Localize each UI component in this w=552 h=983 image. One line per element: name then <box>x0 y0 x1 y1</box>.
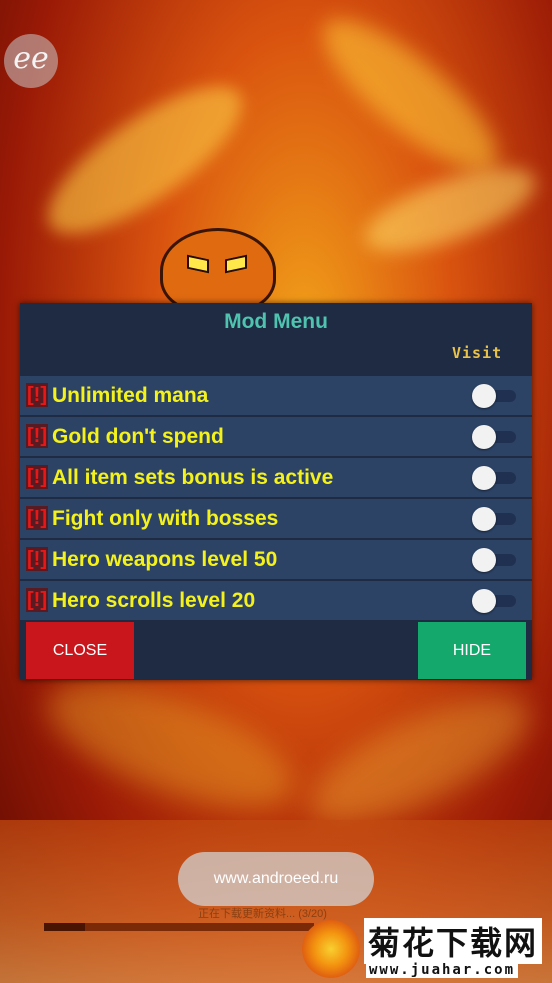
lightning-streak <box>32 658 308 832</box>
creature-eye <box>187 254 209 274</box>
mod-option-label: All item sets bonus is active <box>52 466 334 489</box>
warning-tag: [!] <box>26 506 48 530</box>
mod-option-label: Unlimited mana <box>52 384 209 407</box>
toggle-switch[interactable] <box>472 466 516 490</box>
creature-eye <box>225 254 247 274</box>
loading-progress-fill <box>44 923 85 931</box>
close-button[interactable]: CLOSE <box>26 622 134 679</box>
toggle-switch[interactable] <box>472 425 516 449</box>
lightning-streak <box>355 151 545 269</box>
mod-option-label: Gold don't spend <box>52 425 224 448</box>
warning-tag: [!] <box>26 465 48 489</box>
toggle-knob <box>472 507 496 531</box>
warning-tag: [!] <box>26 424 48 448</box>
ee-logo-icon[interactable]: ee <box>4 34 58 88</box>
toggle-knob <box>472 589 496 613</box>
site-watermark: 菊花下载网 www.juahar.com <box>300 918 552 983</box>
mod-menu-title: Mod Menu <box>224 310 328 333</box>
toggle-switch[interactable] <box>472 507 516 531</box>
mod-option-row[interactable]: [!] Gold don't spend <box>20 417 532 456</box>
toggle-switch[interactable] <box>472 384 516 408</box>
toggle-switch[interactable] <box>472 589 516 613</box>
mod-option-row[interactable]: [!] Unlimited mana <box>20 376 532 415</box>
mod-menu-panel: Mod Menu Visit [!] Unlimited mana [!] Go… <box>20 303 532 680</box>
mod-option-row[interactable]: [!] Fight only with bosses <box>20 499 532 538</box>
mod-option-row[interactable]: [!] All item sets bonus is active <box>20 458 532 497</box>
game-creature <box>160 228 276 314</box>
toggle-knob <box>472 466 496 490</box>
warning-tag: [!] <box>26 588 48 612</box>
mod-option-row[interactable]: [!] Hero scrolls level 20 <box>20 581 532 620</box>
flower-logo-icon <box>302 920 360 978</box>
toggle-knob <box>472 425 496 449</box>
mod-option-label: Hero weapons level 50 <box>52 548 278 571</box>
toggle-knob <box>472 384 496 408</box>
toggle-switch[interactable] <box>472 548 516 572</box>
marquee-text: Visit <box>452 344 503 362</box>
lightning-streak <box>303 0 517 193</box>
mod-option-row[interactable]: [!] Hero weapons level 50 <box>20 540 532 579</box>
mod-option-label: Hero scrolls level 20 <box>52 589 256 612</box>
watermark-title: 菊花下载网 <box>364 918 543 964</box>
mod-options-list: [!] Unlimited mana [!] Gold don't spend … <box>20 376 532 622</box>
mod-option-label: Fight only with bosses <box>52 507 279 530</box>
loading-progress-bar <box>44 923 314 931</box>
warning-tag: [!] <box>26 383 48 407</box>
warning-tag: [!] <box>26 547 48 571</box>
toast-message: www.androeed.ru <box>178 852 374 906</box>
watermark-url: www.juahar.com <box>366 962 519 978</box>
hide-button[interactable]: HIDE <box>418 622 526 679</box>
toggle-knob <box>472 548 496 572</box>
